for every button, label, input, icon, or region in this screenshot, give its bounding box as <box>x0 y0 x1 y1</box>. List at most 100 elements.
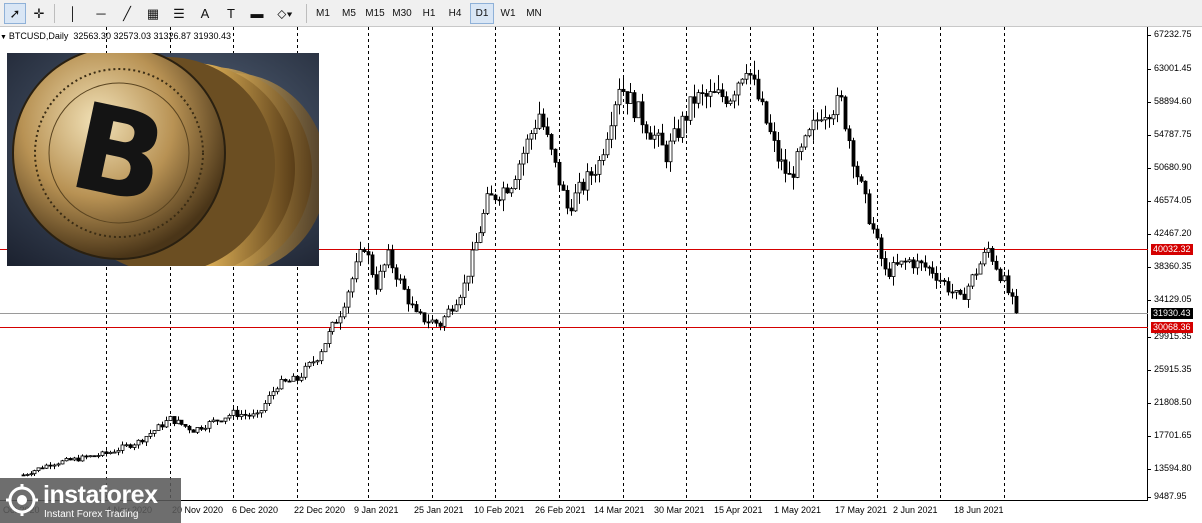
candle <box>219 420 224 423</box>
candle-body <box>772 131 777 141</box>
candle-body <box>513 179 518 190</box>
price-tick-mark <box>1148 267 1151 268</box>
text-label-icon[interactable]: T <box>220 3 242 24</box>
timeframe-m15-button[interactable]: M15 <box>363 3 387 24</box>
candle <box>942 278 947 286</box>
candle <box>700 84 705 106</box>
candle <box>231 407 236 418</box>
candle-body <box>299 376 304 381</box>
candle-body <box>315 360 320 363</box>
candle <box>207 420 212 433</box>
price-tick-label: 63001.45 <box>1154 63 1192 73</box>
candle-body <box>712 91 717 93</box>
candle-body <box>632 92 637 119</box>
candle-body <box>493 194 498 201</box>
timeframe-mn-button[interactable]: MN <box>522 3 546 24</box>
candle <box>84 454 89 460</box>
timeframe-h4-button[interactable]: H4 <box>443 3 467 24</box>
price-tick-mark <box>1148 469 1151 470</box>
price-tick-mark <box>1148 135 1151 136</box>
channel-icon[interactable]: ▦ <box>142 3 164 24</box>
timeframe-w1-button[interactable]: W1 <box>496 3 520 24</box>
candle <box>803 134 808 150</box>
candle <box>311 356 316 367</box>
candle-body <box>60 460 65 465</box>
candle-body <box>891 262 896 277</box>
crosshair-icon[interactable]: ✛ <box>28 3 50 24</box>
candle <box>307 361 312 369</box>
timeframe-h1-button[interactable]: H1 <box>417 3 441 24</box>
candle-body <box>648 132 653 140</box>
candle <box>458 294 463 309</box>
text-icon[interactable]: A <box>194 3 216 24</box>
timeframe-m30-button[interactable]: M30 <box>390 3 414 24</box>
candle-body <box>537 113 542 129</box>
price-tick-mark <box>1148 234 1151 235</box>
candle <box>287 379 292 383</box>
cursor-icon[interactable]: ➚ <box>4 3 26 24</box>
candle-body <box>847 128 852 142</box>
candle <box>907 257 912 264</box>
candle-body <box>1014 295 1019 314</box>
candle <box>752 60 757 86</box>
timeframe-d1-button[interactable]: D1 <box>470 3 494 24</box>
candle-body <box>998 268 1003 282</box>
candle-body <box>811 119 816 131</box>
candle <box>92 455 97 458</box>
candle <box>215 419 220 425</box>
candle-body <box>287 380 292 383</box>
candle <box>831 110 836 126</box>
candle <box>557 161 562 191</box>
candle-body <box>601 154 606 161</box>
rectangle-icon[interactable]: ▬ <box>246 3 268 24</box>
candle-body <box>732 94 737 102</box>
candle <box>211 417 216 423</box>
candle-body <box>446 308 451 318</box>
candle <box>315 359 320 366</box>
candle-body <box>96 455 101 457</box>
candle <box>513 175 518 190</box>
candle <box>664 140 669 169</box>
candle-body <box>942 279 947 282</box>
timeframe-m1-button[interactable]: M1 <box>311 3 335 24</box>
candle <box>549 133 554 156</box>
candle-body <box>716 89 721 93</box>
candle <box>799 143 804 161</box>
fibonacci-icon[interactable]: ☰ <box>168 3 190 24</box>
candle-body <box>168 416 173 421</box>
candle-body <box>414 304 419 313</box>
candle <box>787 161 792 175</box>
candle <box>875 227 880 240</box>
candle <box>223 417 228 425</box>
candle-body <box>923 262 928 268</box>
candle-body <box>442 316 447 327</box>
candle-body <box>32 470 37 475</box>
candle-body <box>140 439 145 443</box>
candle <box>478 226 483 244</box>
candle-body <box>652 134 657 140</box>
candle-body <box>56 463 61 466</box>
vertical-line-icon[interactable]: │ <box>62 3 84 24</box>
candle-body <box>871 223 876 230</box>
candle <box>930 261 935 279</box>
candle <box>40 465 45 470</box>
candle <box>489 185 494 196</box>
candle <box>716 75 721 95</box>
candle <box>434 318 439 327</box>
trendline-icon[interactable]: ╱ <box>116 3 138 24</box>
timeframe-m5-button[interactable]: M5 <box>337 3 361 24</box>
price-tick-label: 38360.35 <box>1154 261 1192 271</box>
candle-body <box>207 421 212 429</box>
price-axis[interactable]: 67232.75 63001.45 58894.60 54787.75 50680.90… <box>1148 27 1202 501</box>
candle-body <box>756 78 761 100</box>
candle <box>613 101 618 140</box>
candle <box>108 450 113 455</box>
candle <box>438 321 443 331</box>
candle-body <box>875 228 880 239</box>
candle-body <box>585 171 590 191</box>
candle-body <box>577 181 582 194</box>
horizontal-line-icon[interactable]: ─ <box>90 3 112 24</box>
shapes-icon[interactable]: ⬦▾ <box>272 3 298 24</box>
candle <box>195 427 200 435</box>
toolbar-separator <box>306 4 307 23</box>
